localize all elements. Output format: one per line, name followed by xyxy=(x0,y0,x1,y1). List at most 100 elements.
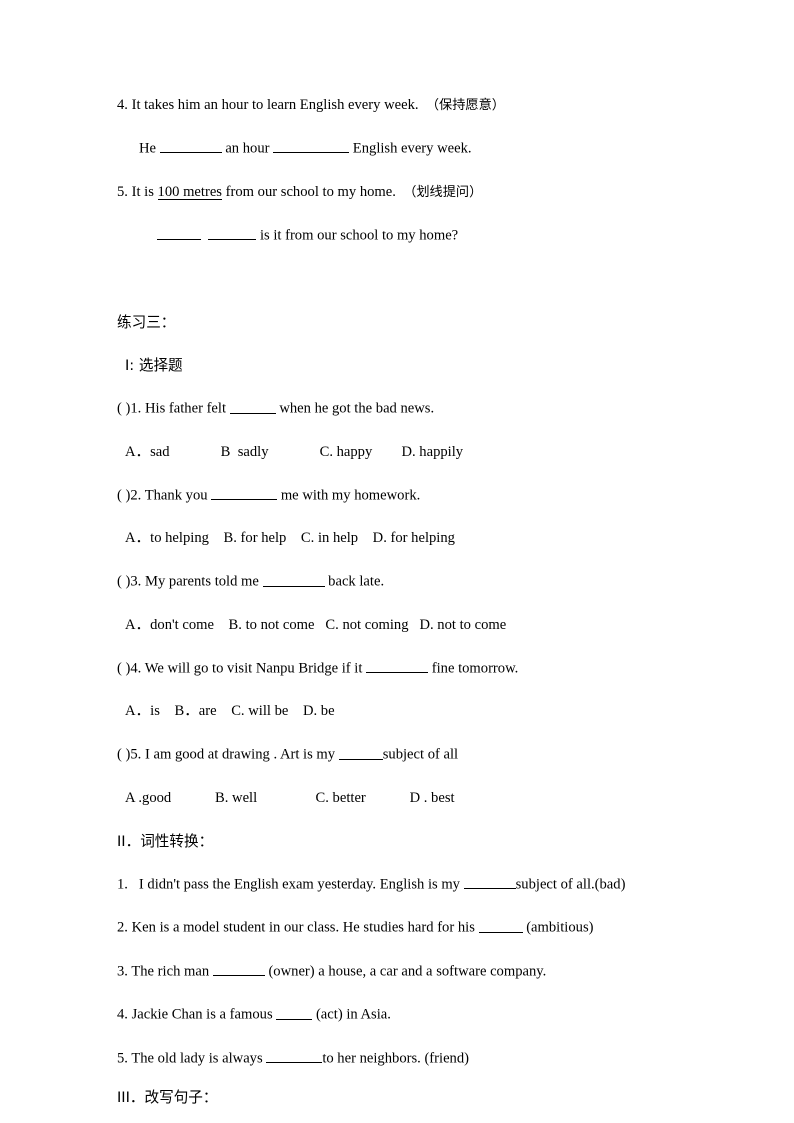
choice-5-marker[interactable]: ( ) xyxy=(117,747,130,763)
choice-question-3: ( )3. My parents told me back late. xyxy=(117,572,677,592)
question-4-instruction: （保持愿意） xyxy=(425,98,505,113)
transform-2-text-before: Ken is a model student in our class. He … xyxy=(127,919,479,936)
transform-3-text-after: (owner) a house, a car and a software co… xyxy=(264,963,547,980)
choice-4-options[interactable]: A．is B．are C. will be D. be xyxy=(117,702,677,721)
question-4-blank-1[interactable] xyxy=(159,139,222,154)
transform-1-blank[interactable] xyxy=(463,875,516,890)
transform-3-blank[interactable] xyxy=(212,962,265,977)
section-2-heading: II．词性转换： xyxy=(117,832,214,850)
choice-3-text-before: My parents told me xyxy=(141,573,263,590)
choice-4-marker[interactable]: ( ) xyxy=(117,660,130,676)
transform-item-5: 5. The old lady is always to her neighbo… xyxy=(117,1049,677,1069)
transform-2-number: 2. xyxy=(117,919,128,936)
transform-item-2: 2. Ken is a model student in our class. … xyxy=(117,918,677,938)
transform-5-number: 5. xyxy=(117,1050,128,1067)
question-4-answer-middle: an hour xyxy=(221,140,274,157)
question-5-instruction: （划线提问） xyxy=(403,184,483,200)
question-5-text-after: from our school to my home. xyxy=(222,183,396,200)
choice-2-text-before: Thank you xyxy=(141,487,212,504)
choice-question-2: ( )2. Thank you me with my homework. xyxy=(117,486,677,506)
choice-question-5: ( )5. I am good at drawing . Art is my s… xyxy=(117,745,677,765)
question-5-underlined-phrase: 100 metres xyxy=(157,183,222,201)
question-4-answer-line: He an hour English every week. xyxy=(117,139,677,159)
choice-1-text-after: when he got the bad news. xyxy=(275,400,435,417)
choice-3-text-after: back late. xyxy=(324,573,385,590)
transform-4-number: 4. xyxy=(117,1007,128,1024)
question-5-answer-gap xyxy=(201,227,208,243)
choice-5-text-after: subject of all xyxy=(382,746,459,763)
choice-1-text-before: His father felt xyxy=(141,400,230,417)
transform-2-blank[interactable] xyxy=(478,918,523,933)
choice-3-marker[interactable]: ( ) xyxy=(117,574,130,590)
choice-2-marker[interactable]: ( ) xyxy=(117,487,130,503)
question-4-blank-2[interactable] xyxy=(273,139,350,154)
choice-2-number: 2. xyxy=(130,487,142,504)
question-5-answer-suffix: is it from our school to my home? xyxy=(256,227,459,244)
transform-3-number: 3. xyxy=(117,963,128,980)
choice-1-options[interactable]: A．sad B sadly C. happy D. happily xyxy=(117,443,677,462)
choice-3-blank[interactable] xyxy=(262,572,325,587)
transform-item-3: 3. The rich man (owner) a house, a car a… xyxy=(117,962,677,982)
transform-3-text-before: The rich man xyxy=(127,963,213,980)
choice-2-options[interactable]: A．to helping B. for help C. in help D. f… xyxy=(117,529,677,548)
transform-1-number: 1. xyxy=(117,876,128,893)
choice-5-options[interactable]: A .good B. well C. better D . best xyxy=(117,789,677,808)
transform-5-text-before: The old lady is always xyxy=(127,1050,267,1067)
worksheet-page: 4. It takes him an hour to learn English… xyxy=(0,0,794,1123)
question-5-blank-2[interactable] xyxy=(208,226,257,240)
choice-5-text-before: I am good at drawing . Art is my xyxy=(141,746,339,763)
transform-4-blank[interactable] xyxy=(276,1005,313,1020)
section-1-heading: I: 选择题 xyxy=(125,357,183,375)
transform-item-4: 4. Jackie Chan is a famous (act) in Asia… xyxy=(117,1005,677,1025)
choice-3-options[interactable]: A．don't come B. to not come C. not comin… xyxy=(117,616,677,635)
question-5-text-before: It is xyxy=(127,183,158,200)
transform-2-text-after: (ambitious) xyxy=(522,919,594,936)
transform-1-text-after: subject of all.(bad) xyxy=(515,876,626,893)
choice-4-text-before: We will go to visit Nanpu Bridge if it xyxy=(141,660,367,677)
document-body: 4. It takes him an hour to learn English… xyxy=(117,96,677,1107)
question-5-blank-1[interactable] xyxy=(157,226,201,240)
question-5-answer-line: is it from our school to my home? xyxy=(117,226,677,246)
choice-4-number: 4. xyxy=(130,660,142,677)
choice-4-blank[interactable] xyxy=(366,659,429,674)
transform-5-blank[interactable] xyxy=(266,1049,323,1064)
choice-2-text-after: me with my homework. xyxy=(277,487,421,504)
question-5-prompt: 5. It is 100 metres from our school to m… xyxy=(117,183,677,202)
question-4-prompt: 4. It takes him an hour to learn English… xyxy=(117,96,677,115)
choice-4-text-after: fine tomorrow. xyxy=(428,660,519,677)
transform-1-text-before: I didn't pass the English exam yesterday… xyxy=(127,876,464,893)
section-3-heading: III．改写句子： xyxy=(117,1088,218,1106)
choice-1-marker[interactable]: ( ) xyxy=(117,401,130,417)
transform-item-1: 1. I didn't pass the English exam yester… xyxy=(117,875,677,895)
choice-1-number: 1. xyxy=(130,400,142,417)
choice-2-blank[interactable] xyxy=(211,486,278,501)
question-4-number: 4. xyxy=(117,97,128,113)
choice-question-1: ( )1. His father felt when he got the ba… xyxy=(117,399,677,419)
question-4-text: It takes him an hour to learn English ev… xyxy=(127,97,419,113)
question-4-answer-suffix: English every week. xyxy=(349,140,472,157)
exercise-title: 练习三： xyxy=(117,314,176,332)
question-5-number: 5. xyxy=(117,183,128,200)
choice-1-blank[interactable] xyxy=(229,399,276,414)
choice-5-blank[interactable] xyxy=(338,745,383,760)
